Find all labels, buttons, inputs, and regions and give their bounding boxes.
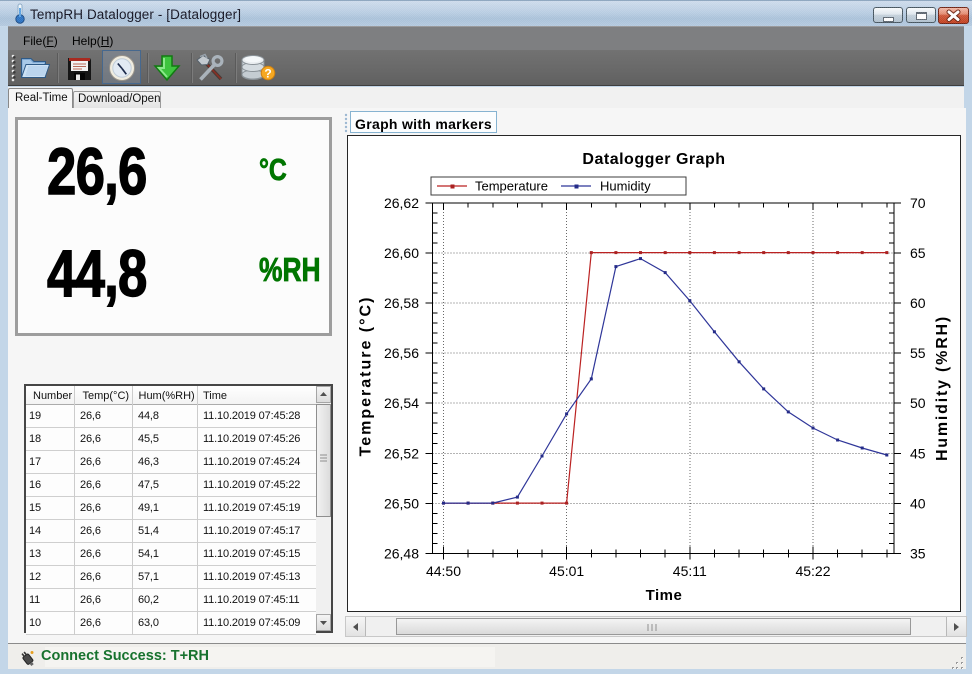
- svg-text:40: 40: [910, 495, 926, 511]
- svg-text:26,48: 26,48: [384, 546, 419, 562]
- svg-text:45: 45: [910, 445, 926, 461]
- svg-text:26,58: 26,58: [384, 295, 419, 311]
- svg-text:55: 55: [910, 345, 926, 361]
- svg-text:65: 65: [910, 245, 926, 261]
- svg-text:70: 70: [910, 195, 926, 211]
- svg-text:26,60: 26,60: [384, 245, 419, 261]
- svg-text:35: 35: [910, 546, 926, 562]
- svg-text:Datalogger Graph: Datalogger Graph: [582, 151, 725, 168]
- svg-text:45:01: 45:01: [549, 563, 584, 579]
- svg-text:26,54: 26,54: [384, 395, 419, 411]
- svg-text:60: 60: [910, 295, 926, 311]
- svg-text:Time: Time: [646, 587, 683, 604]
- svg-text:Humidity: Humidity: [600, 179, 651, 194]
- svg-text:26,56: 26,56: [384, 345, 419, 361]
- svg-text:45:11: 45:11: [673, 563, 707, 579]
- svg-text:Humidity (%RH): Humidity (%RH): [934, 315, 951, 461]
- svg-text:26,50: 26,50: [384, 495, 419, 511]
- svg-text:Temperature: Temperature: [475, 179, 548, 194]
- svg-text:44:50: 44:50: [426, 563, 461, 579]
- svg-text:Temperature (°C): Temperature (°C): [358, 296, 375, 457]
- svg-text:26,62: 26,62: [384, 195, 419, 211]
- svg-text:26,52: 26,52: [384, 445, 419, 461]
- svg-text:50: 50: [910, 395, 926, 411]
- svg-text:?: ?: [264, 67, 271, 81]
- svg-text:45:22: 45:22: [795, 563, 830, 579]
